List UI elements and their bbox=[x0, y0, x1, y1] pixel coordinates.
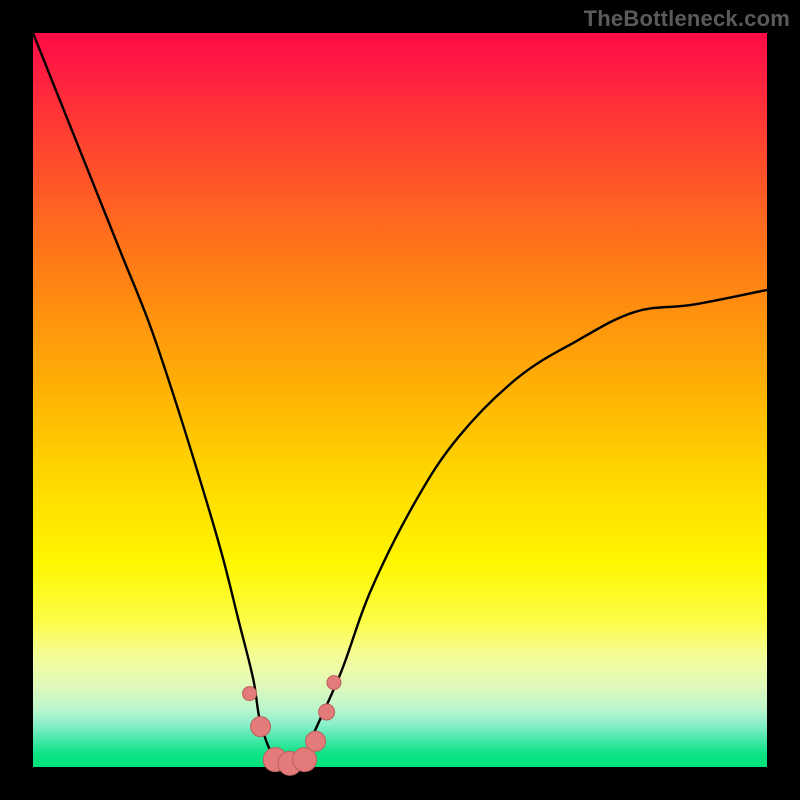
chart-frame: TheBottleneck.com bbox=[0, 0, 800, 800]
highlight-marker bbox=[251, 717, 271, 737]
watermark-text: TheBottleneck.com bbox=[584, 6, 790, 32]
highlight-marker bbox=[327, 676, 341, 690]
highlight-marker bbox=[306, 731, 326, 751]
highlight-marker bbox=[243, 687, 257, 701]
bottleneck-curve bbox=[33, 33, 767, 767]
chart-svg bbox=[0, 0, 800, 800]
highlighted-points bbox=[243, 676, 341, 776]
highlight-marker bbox=[319, 704, 335, 720]
